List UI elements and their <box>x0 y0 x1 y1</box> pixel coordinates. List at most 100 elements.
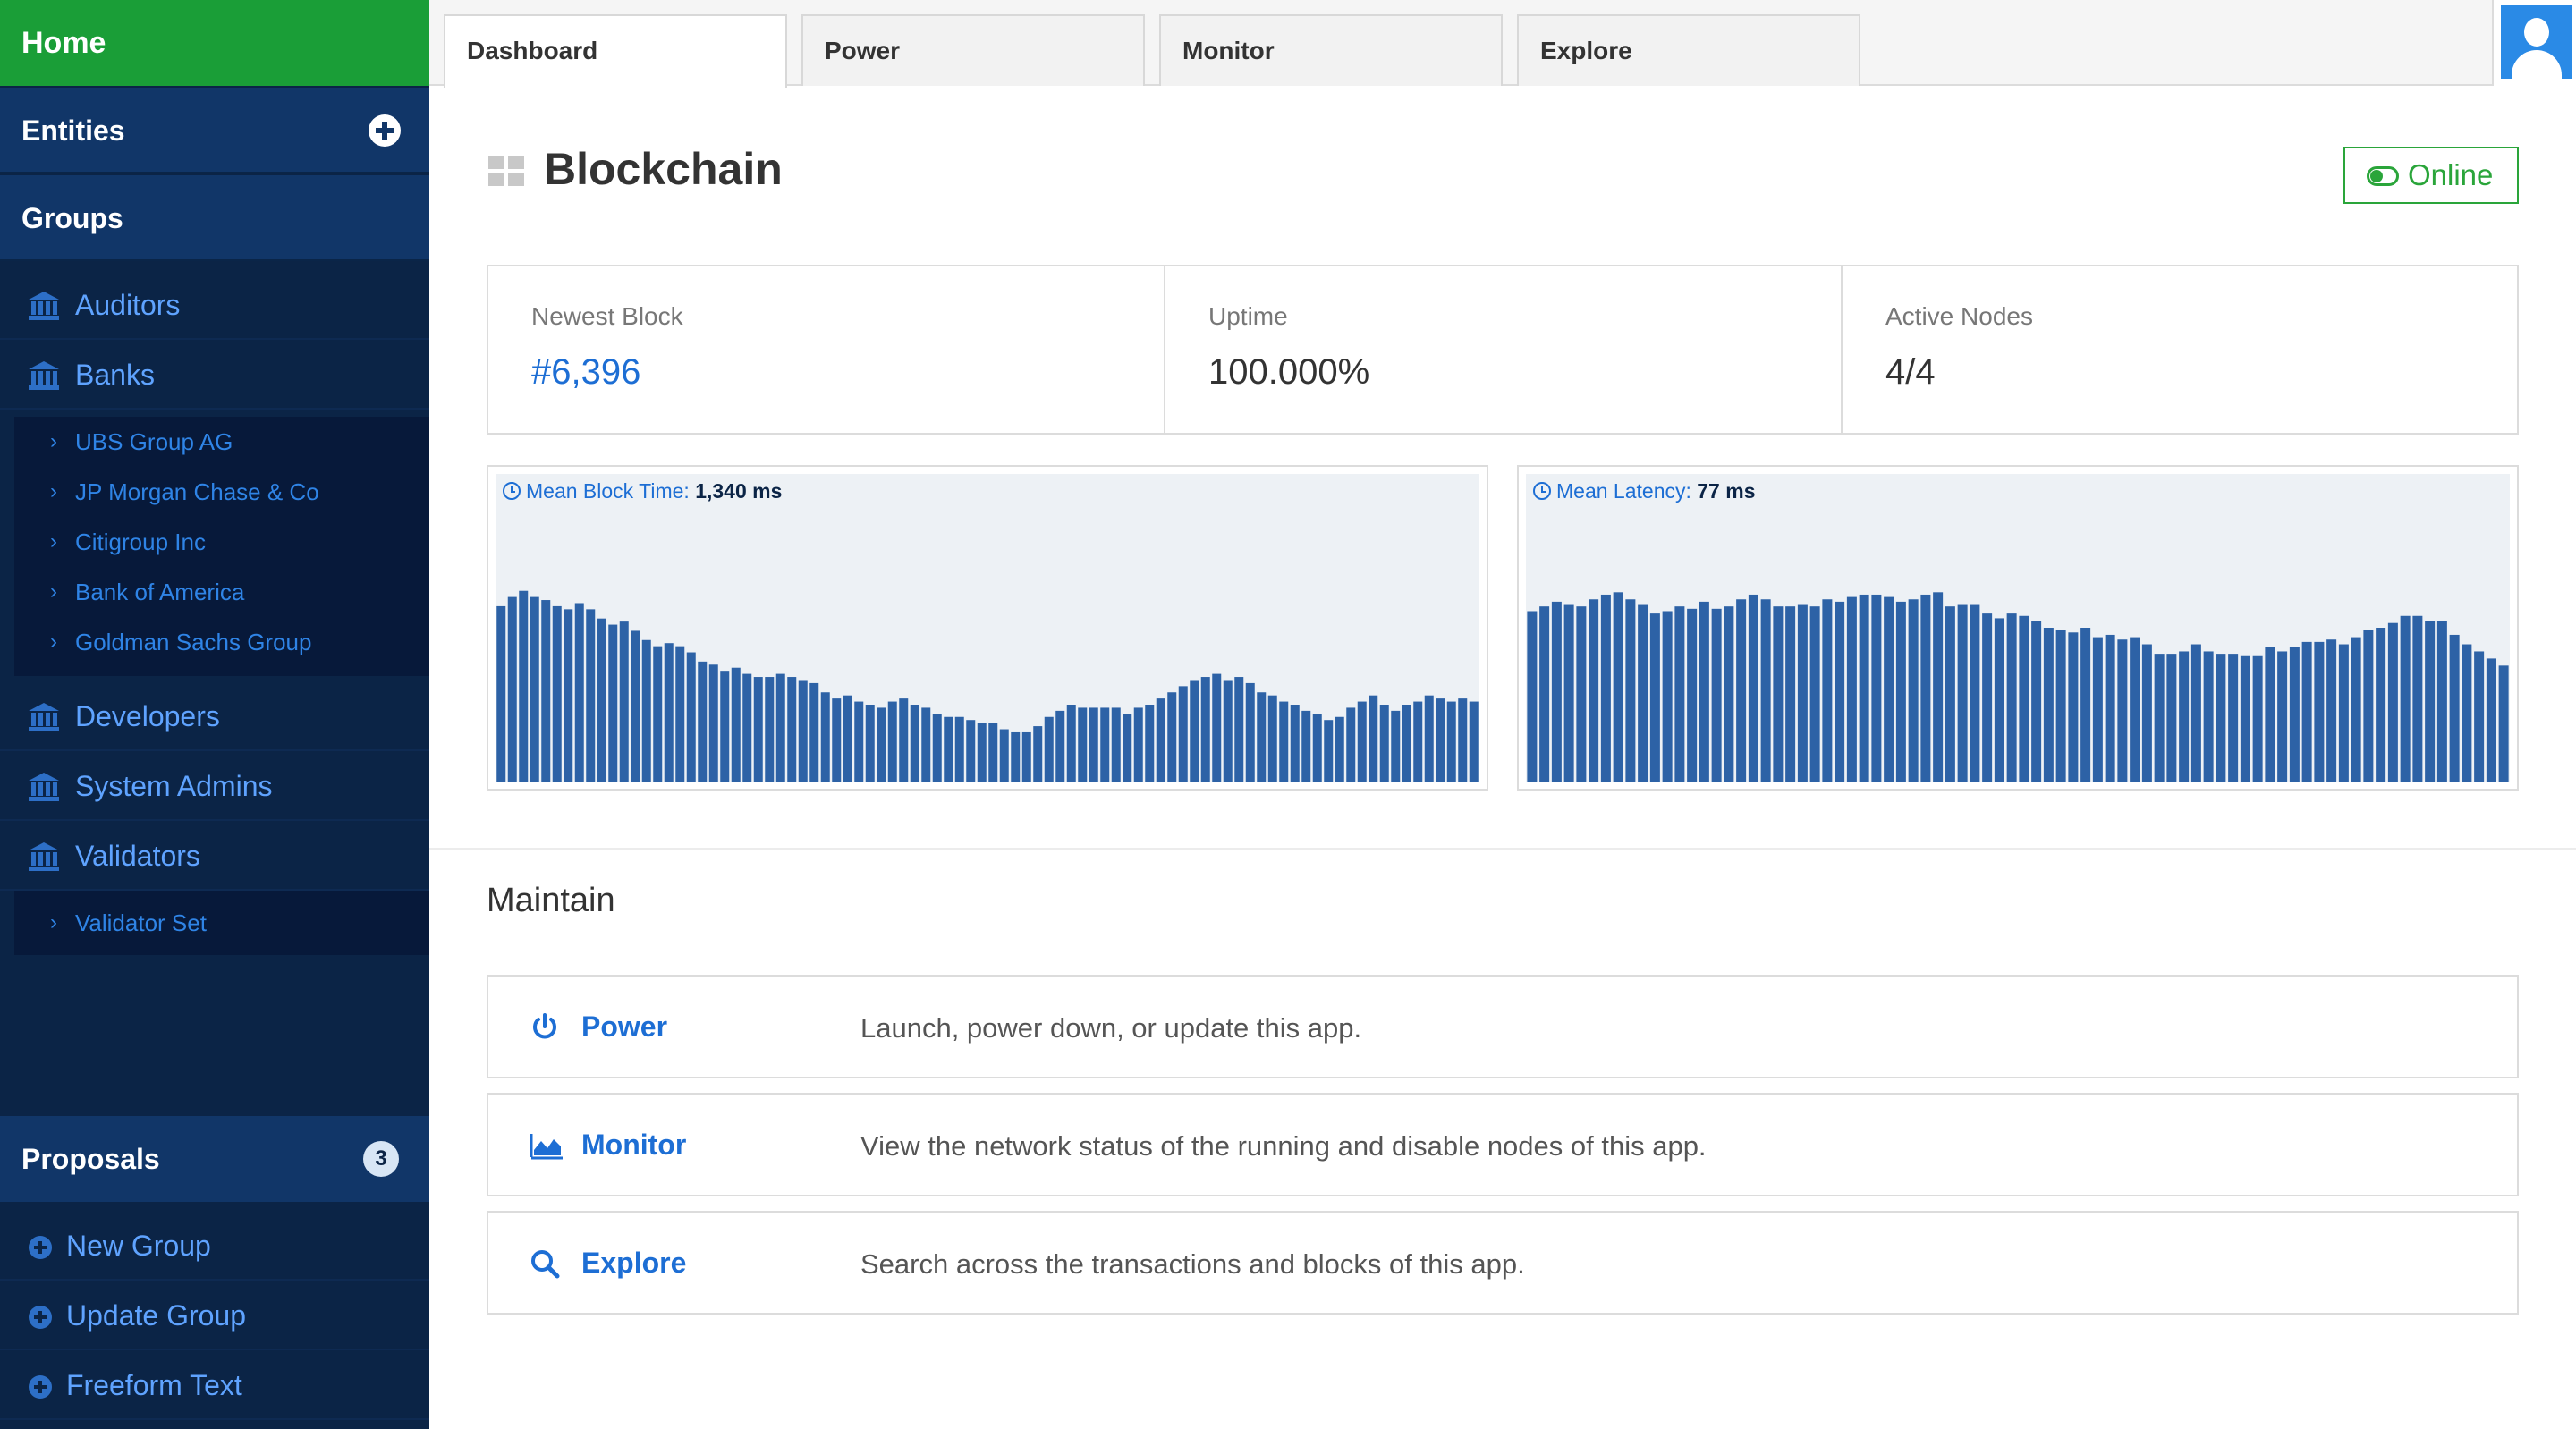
chart-bar <box>2068 632 2079 782</box>
latency-bars <box>1527 592 2509 782</box>
stat-active-nodes: Active Nodes 4/4 <box>1843 266 2520 433</box>
action-desc: Launch, power down, or update this app. <box>860 1012 1362 1044</box>
action-monitor[interactable]: Monitor View the network status of the r… <box>487 1093 2519 1196</box>
sidebar-entities[interactable]: Entities <box>0 88 429 173</box>
newest-block-link[interactable]: #6,396 <box>531 352 640 393</box>
plus-circle-icon <box>29 1375 52 1399</box>
chart-bar <box>2203 651 2214 782</box>
chart-bar <box>1822 599 1833 782</box>
action-explore[interactable]: Explore Search across the transactions a… <box>487 1211 2519 1315</box>
action-power[interactable]: Power Launch, power down, or update this… <box>487 975 2519 1078</box>
sidebar-groups[interactable]: Groups <box>0 175 429 261</box>
tab-monitor[interactable]: Monitor <box>1159 14 1503 86</box>
sidebar-proposals[interactable]: Proposals 3 <box>0 1116 429 1202</box>
sidebar-subitem-goldman[interactable]: › Goldman Sachs Group <box>14 617 429 667</box>
chart-bar <box>552 605 562 782</box>
tab-dashboard[interactable]: Dashboard <box>444 14 787 88</box>
chart-bar <box>820 692 830 782</box>
chevron-right-icon: › <box>50 479 57 503</box>
add-entity-icon[interactable] <box>369 114 401 147</box>
chevron-right-icon: › <box>50 579 57 604</box>
chart-bar <box>1895 601 1906 782</box>
sidebar-subitem-ubs[interactable]: › UBS Group AG <box>14 417 429 467</box>
chart-bar <box>1539 606 1550 782</box>
chart-bar <box>1357 701 1367 782</box>
chart-bar <box>1527 611 1538 782</box>
sidebar-item-validators[interactable]: Validators <box>0 821 429 891</box>
chart-bar <box>507 596 517 782</box>
chart-bar <box>1576 606 1587 782</box>
sidebar-item-label: Validators <box>75 840 200 872</box>
chart-bar <box>1335 716 1344 782</box>
chart-bar <box>1649 613 1660 782</box>
bank-icon <box>29 773 59 801</box>
chart-bar <box>1638 604 1648 782</box>
sidebar-home[interactable]: Home <box>0 0 429 86</box>
chart-bar <box>653 646 663 782</box>
chart-bar <box>1402 705 1411 782</box>
chart-bar <box>1859 594 1869 782</box>
sidebar-item-developers[interactable]: Developers <box>0 681 429 751</box>
chart-bar <box>1200 677 1210 782</box>
chart-bar <box>1245 682 1255 782</box>
chart-bar <box>1711 608 1722 782</box>
chart-bar <box>2363 630 2374 782</box>
chart-bar <box>1021 731 1031 782</box>
sidebar-item-auditors[interactable]: Auditors <box>0 270 429 340</box>
proposal-update-group[interactable]: Update Group <box>0 1281 429 1350</box>
sidebar-subitem-validator-set[interactable]: › Validator Set <box>14 898 429 948</box>
tab-explore[interactable]: Explore <box>1517 14 1860 86</box>
chart-bar <box>854 701 864 782</box>
sidebar-subitem-bofa[interactable]: › Bank of America <box>14 567 429 617</box>
chart-bar <box>619 621 629 782</box>
action-name: Power <box>581 1010 668 1043</box>
chart-bar <box>574 603 584 782</box>
chart-bar <box>2190 644 2201 782</box>
sidebar-item-system-admins[interactable]: System Admins <box>0 751 429 821</box>
chart-bar <box>1133 707 1143 782</box>
chart-bar <box>2387 622 2398 782</box>
block-time-label: Mean Block Time: 1,340 ms <box>503 479 782 503</box>
chart-bar <box>2462 644 2472 782</box>
chart-bar <box>1111 707 1121 782</box>
tab-power[interactable]: Power <box>801 14 1145 86</box>
chart-bar <box>966 720 976 782</box>
chart-bar <box>1835 601 1845 782</box>
chart-bar <box>1563 604 1574 782</box>
chart-bar <box>1625 599 1636 782</box>
chart-bar <box>787 677 797 782</box>
bank-icon <box>29 361 59 390</box>
stat-newest-block: Newest Block #6,396 <box>488 266 1165 433</box>
status-toggle-button[interactable]: Online <box>2343 147 2519 204</box>
sidebar-item-banks[interactable]: Banks <box>0 340 429 410</box>
user-icon <box>2501 5 2572 79</box>
latency-chart: Mean Latency: 77 ms <box>1517 465 2519 791</box>
action-desc: Search across the transactions and block… <box>860 1248 1525 1280</box>
chart-bar <box>519 590 529 782</box>
chart-bar <box>675 646 685 782</box>
chart-bar <box>1100 707 1110 782</box>
toggle-on-icon <box>2367 166 2399 186</box>
chart-bar <box>1687 608 1698 782</box>
chart-bar <box>2289 647 2300 782</box>
divider <box>429 848 2576 850</box>
chart-bar <box>865 705 875 782</box>
chart-bar <box>1613 592 1623 782</box>
search-icon <box>531 1250 560 1279</box>
user-avatar-button[interactable] <box>2492 0 2576 86</box>
power-icon <box>533 1013 556 1039</box>
maintain-title: Maintain <box>487 882 615 919</box>
chart-bar <box>2141 644 2152 782</box>
proposal-freeform-text[interactable]: Freeform Text <box>0 1350 429 1420</box>
chart-bar <box>798 680 808 782</box>
latency-value: 77 ms <box>1697 479 1756 503</box>
sidebar-subitem-citigroup[interactable]: › Citigroup Inc <box>14 517 429 567</box>
proposal-new-group[interactable]: New Group <box>0 1211 429 1281</box>
block-time-chart: Mean Block Time: 1,340 ms <box>487 465 1488 791</box>
sidebar-item-label: Auditors <box>75 289 181 321</box>
chart-bar <box>2154 654 2165 782</box>
chart-bar <box>2240 655 2250 782</box>
chart-bar <box>1379 705 1389 782</box>
sidebar-subitem-jpmorgan[interactable]: › JP Morgan Chase & Co <box>14 467 429 517</box>
chart-bar <box>2412 615 2423 782</box>
